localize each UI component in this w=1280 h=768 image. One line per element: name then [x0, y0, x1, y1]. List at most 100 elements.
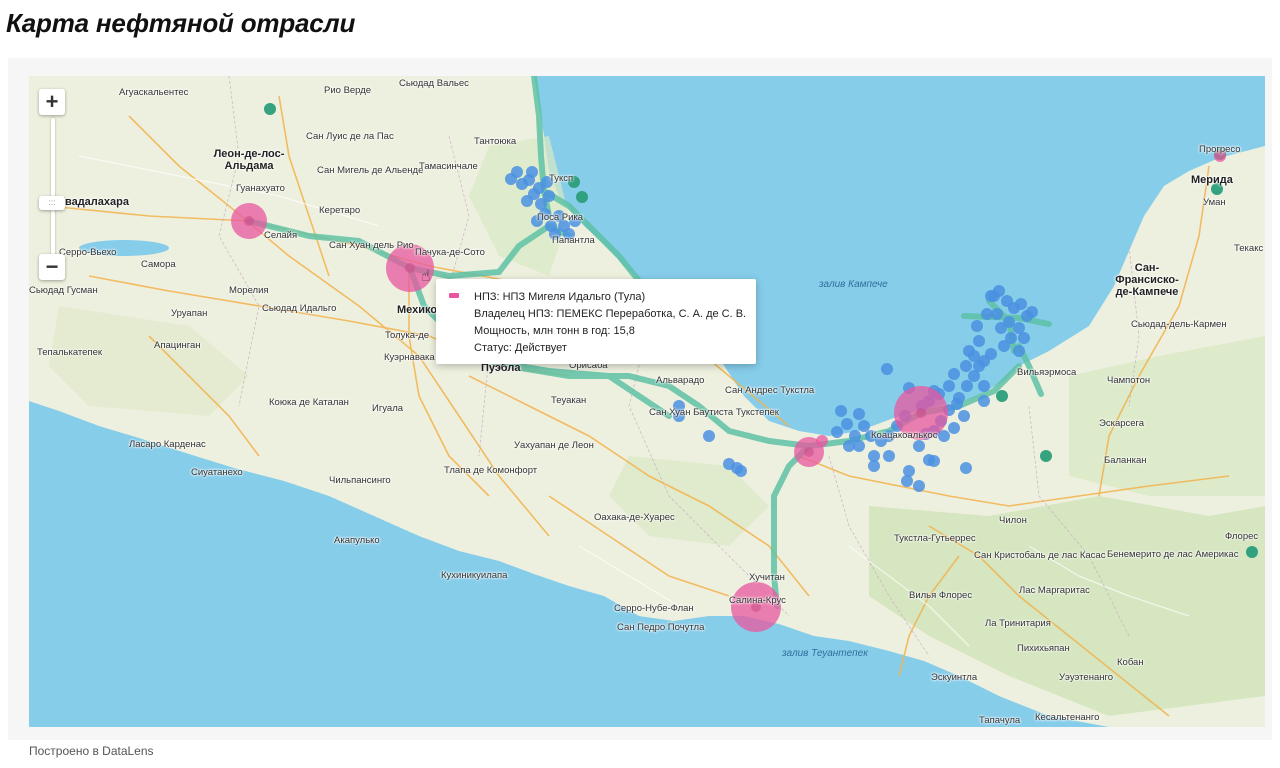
platform-marker[interactable] [958, 410, 970, 422]
city-label: Сан Луис де ла Пас [306, 131, 394, 142]
platform-marker[interactable] [521, 195, 533, 207]
city-label: Сан Педро Почутла [617, 622, 705, 633]
platform-marker[interactable] [973, 360, 985, 372]
city-label: Уахуапан де Леон [514, 440, 594, 451]
terminal-marker[interactable] [264, 103, 276, 115]
platform-marker[interactable] [853, 408, 865, 420]
zoom-in-button[interactable]: + [39, 89, 65, 115]
city-label: Папантла [552, 235, 595, 246]
city-label: Туксп [549, 173, 574, 184]
platform-marker[interactable] [526, 166, 538, 178]
platform-marker[interactable] [948, 422, 960, 434]
platform-marker[interactable] [903, 465, 915, 477]
platform-marker[interactable] [973, 335, 985, 347]
platform-marker[interactable] [978, 395, 990, 407]
platform-marker[interactable] [841, 418, 853, 430]
city-label: Флорес [1225, 531, 1259, 542]
map-canvas[interactable]: Агуаскальентес Рио Верде Сьюдад Вальес Сан … [29, 76, 1265, 727]
platform-marker[interactable] [971, 320, 983, 332]
city-label: Пихихьяпан [1017, 643, 1070, 654]
platform-marker[interactable] [901, 475, 913, 487]
city-label: Лас Маргаритас [1019, 585, 1090, 596]
platform-marker[interactable] [1013, 345, 1025, 357]
platform-marker[interactable] [988, 290, 1000, 302]
city-label: Эскарсега [1099, 418, 1145, 429]
platform-marker[interactable] [960, 462, 972, 474]
platform-marker[interactable] [998, 340, 1010, 352]
city-label: Кесальтенанго [1035, 712, 1100, 723]
platform-marker[interactable] [951, 398, 963, 410]
city-label: Чильпансинго [329, 475, 391, 486]
platform-marker[interactable] [928, 455, 940, 467]
platform-marker[interactable] [943, 380, 955, 392]
platform-marker[interactable] [831, 426, 843, 438]
refinery-marker[interactable] [816, 435, 828, 447]
platform-marker[interactable] [511, 166, 523, 178]
map-tooltip: НПЗ: НПЗ Мигеля Идальго (Тула) Владелец … [436, 279, 756, 364]
city-label: Ласаро Карденас [129, 439, 206, 450]
terminal-marker[interactable] [1246, 546, 1258, 558]
city-label: Мехико [397, 304, 438, 316]
platform-marker[interactable] [961, 380, 973, 392]
platform-marker[interactable] [835, 405, 847, 417]
city-label: Текакс [1234, 243, 1264, 254]
city-label: Альварадо [656, 375, 705, 386]
city-label: Морелия [229, 285, 269, 296]
terminal-marker[interactable] [996, 390, 1008, 402]
refinery-center-dot[interactable] [916, 408, 926, 418]
zoom-slider-handle[interactable]: ::: [39, 196, 65, 210]
city-label: Сан-Франсиско-де-Кампече [1115, 262, 1179, 299]
city-label: Сан Мигель де Альенде [317, 165, 424, 176]
platform-marker[interactable] [843, 440, 855, 452]
tooltip-refinery-capacity: Мощность, млн тонн в год: 15,8 [474, 325, 635, 337]
city-label: Баланкан [1104, 455, 1147, 466]
refinery-center-dot[interactable] [405, 263, 415, 273]
city-label: Сан Хуан Баутиста Тукстепек [649, 407, 779, 418]
city-label: Игуала [372, 403, 404, 414]
platform-marker[interactable] [1018, 332, 1030, 344]
city-label: Эскуинтла [931, 672, 978, 683]
zoom-slider-track[interactable] [51, 118, 55, 258]
city-label: Леон-де-лос-Альдама [213, 148, 285, 173]
city-label: Сьюдад Вальес [399, 78, 469, 89]
city-label: Тлапа де Комонфорт [444, 465, 538, 476]
platform-marker[interactable] [995, 322, 1007, 334]
platform-marker[interactable] [948, 368, 960, 380]
platform-marker[interactable] [1015, 298, 1027, 310]
tooltip-refinery-name: НПЗ: НПЗ Мигеля Идальго (Тула) [474, 291, 646, 303]
city-label: Сьюдад-дель-Кармен [1131, 319, 1227, 330]
city-label: Пачука-де-Сото [415, 247, 485, 258]
platform-marker[interactable] [981, 308, 993, 320]
platform-marker[interactable] [913, 440, 925, 452]
platform-marker[interactable] [881, 363, 893, 375]
platform-marker[interactable] [978, 380, 990, 392]
platform-marker[interactable] [543, 190, 555, 202]
city-label: Ла Тринитария [985, 618, 1051, 629]
city-label: Тукстла-Гутьеррес [894, 533, 976, 544]
platform-marker[interactable] [883, 450, 895, 462]
platform-marker[interactable] [913, 480, 925, 492]
city-label: Хучитан [749, 572, 785, 583]
platform-marker[interactable] [960, 360, 972, 372]
platform-marker[interactable] [1026, 306, 1038, 318]
zoom-out-button[interactable]: − [39, 254, 65, 280]
water-label: залив Теуантепек [782, 648, 868, 659]
city-label: Тамасинчале [419, 161, 478, 172]
platform-marker[interactable] [735, 465, 747, 477]
city-label: Кухиникуилапа [441, 570, 508, 581]
terminal-marker[interactable] [1040, 450, 1052, 462]
platform-marker[interactable] [703, 430, 715, 442]
city-label: Уруапан [171, 308, 208, 319]
refinery-center-dot[interactable] [804, 447, 814, 457]
city-label: Керетаро [319, 205, 361, 216]
city-label: Гвадалахара [59, 196, 129, 208]
terminal-marker[interactable] [576, 191, 588, 203]
city-label: Оахака-де-Хуарес [594, 512, 675, 523]
platform-marker[interactable] [868, 460, 880, 472]
platform-marker[interactable] [858, 420, 870, 432]
city-label: Селайя [264, 230, 298, 241]
city-label: Коацакоалькос [871, 430, 938, 441]
city-label: Коюка де Каталан [269, 397, 349, 408]
city-label: Серро-Вьехо [59, 247, 117, 258]
refinery-center-dot[interactable] [244, 216, 254, 226]
